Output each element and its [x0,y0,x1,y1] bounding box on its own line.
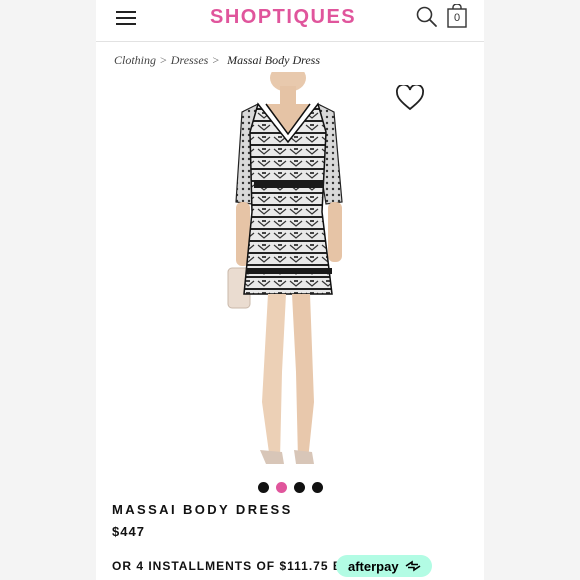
site-logo[interactable]: SHOPTIQUES [210,6,356,29]
carousel-dot-active[interactable] [276,482,287,493]
site-header: SHOPTIQUES 0 [96,0,484,42]
carousel-dot[interactable] [294,482,305,493]
carousel-dot[interactable] [258,482,269,493]
cart-count: 0 [453,12,461,24]
menu-icon[interactable] [116,10,138,26]
installments-text: OR 4 INSTALLMENTS OF $111.75 BY [112,559,352,573]
product-price: $447 [112,524,145,539]
carousel-dots [258,482,328,496]
breadcrumb-separator: > [212,53,220,67]
breadcrumb-clothing[interactable]: Clothing [114,53,156,67]
afterpay-arrows-icon [405,560,421,572]
breadcrumb: Clothing > Dresses > Massai Body Dress [114,53,320,68]
product-title: MASSAI BODY DRESS [112,502,293,517]
dress-photo [227,64,343,464]
heart-icon[interactable] [396,83,424,111]
shopping-bag-icon[interactable]: 0 [446,3,468,28]
right-margin [484,0,580,580]
afterpay-label: afterpay [348,559,399,574]
carousel-dot[interactable] [312,482,323,493]
breadcrumb-separator: > [160,53,167,67]
breadcrumb-current: Massai Body Dress [227,53,321,67]
product-page: SHOPTIQUES 0 Clothing > Dresses > Massai Bod… [96,0,484,580]
afterpay-badge[interactable]: afterpay [336,555,432,577]
left-margin [0,0,96,580]
search-icon[interactable] [416,6,438,28]
breadcrumb-dresses[interactable]: Dresses [171,53,209,67]
screen: SHOPTIQUES 0 Clothing > Dresses > Massai Bod… [0,0,580,580]
product-image[interactable] [96,64,484,476]
